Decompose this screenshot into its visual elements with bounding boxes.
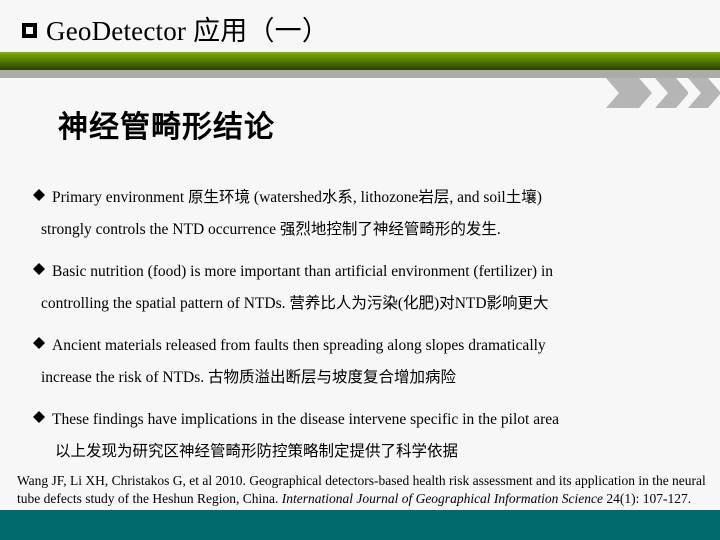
bullet-item: Ancient materials released from faults t…	[33, 330, 693, 394]
green-divider-bar	[0, 52, 720, 70]
bullet-line-secondary: controlling the spatial pattern of NTDs.…	[41, 295, 549, 312]
bullet-item: Basic nutrition (food) is more important…	[33, 256, 693, 320]
bullet-text: Ancient materials released from faults t…	[52, 337, 546, 354]
bullet-line-primary: Primary environment 原生环境 (watershed水系, l…	[33, 182, 693, 214]
bullet-line-secondary: strongly controls the NTD occurrence 强烈地…	[41, 221, 501, 238]
bullet-line-secondary: 以上发现为研究区神经管畸形防控策略制定提供了科学依据	[55, 443, 459, 460]
slide-subtitle: 神经管畸形结论	[58, 111, 275, 144]
page-title: GeoDetector 应用（一）	[22, 14, 329, 48]
bullet-list: Primary environment 原生环境 (watershed水系, l…	[33, 182, 693, 478]
diamond-bullet-icon	[33, 257, 45, 275]
chevron-right-icon	[655, 78, 689, 108]
diamond-bullet-icon	[33, 405, 45, 423]
diamond-bullet-icon	[33, 331, 45, 349]
slide-canvas: GeoDetector 应用（一） 神经管畸形结论 Primary enviro…	[0, 0, 720, 540]
bullet-text: Primary environment 原生环境 (watershed水系, l…	[52, 189, 542, 206]
citation-reference: Wang JF, Li XH, Christakos G, et al 2010…	[17, 472, 707, 507]
page-title-text: GeoDetector 应用（一）	[46, 16, 330, 46]
bullet-item: Primary environment 原生环境 (watershed水系, l…	[33, 182, 693, 246]
bullet-text: Basic nutrition (food) is more important…	[52, 263, 554, 280]
citation-journal-name: International Journal of Geographical In…	[281, 490, 604, 506]
chevron-right-icon	[688, 78, 720, 108]
bullet-item: These findings have implications in the …	[33, 404, 693, 468]
bullet-line-primary: Basic nutrition (food) is more important…	[33, 256, 693, 288]
gray-divider-bar	[0, 70, 720, 78]
citation-part-two: 24(1): 107-127.	[603, 490, 692, 506]
footer-bar	[0, 510, 720, 540]
chevron-decoration	[606, 78, 720, 108]
bullet-line-primary: Ancient materials released from faults t…	[33, 330, 693, 362]
square-bullet-icon	[22, 23, 37, 38]
bullet-text: These findings have implications in the …	[52, 411, 560, 428]
chevron-right-icon	[606, 78, 652, 108]
bullet-line-secondary: increase the risk of NTDs. 古物质溢出断层与坡度复合增…	[41, 369, 457, 386]
diamond-bullet-icon	[33, 183, 45, 201]
bullet-line-primary: These findings have implications in the …	[33, 404, 693, 436]
